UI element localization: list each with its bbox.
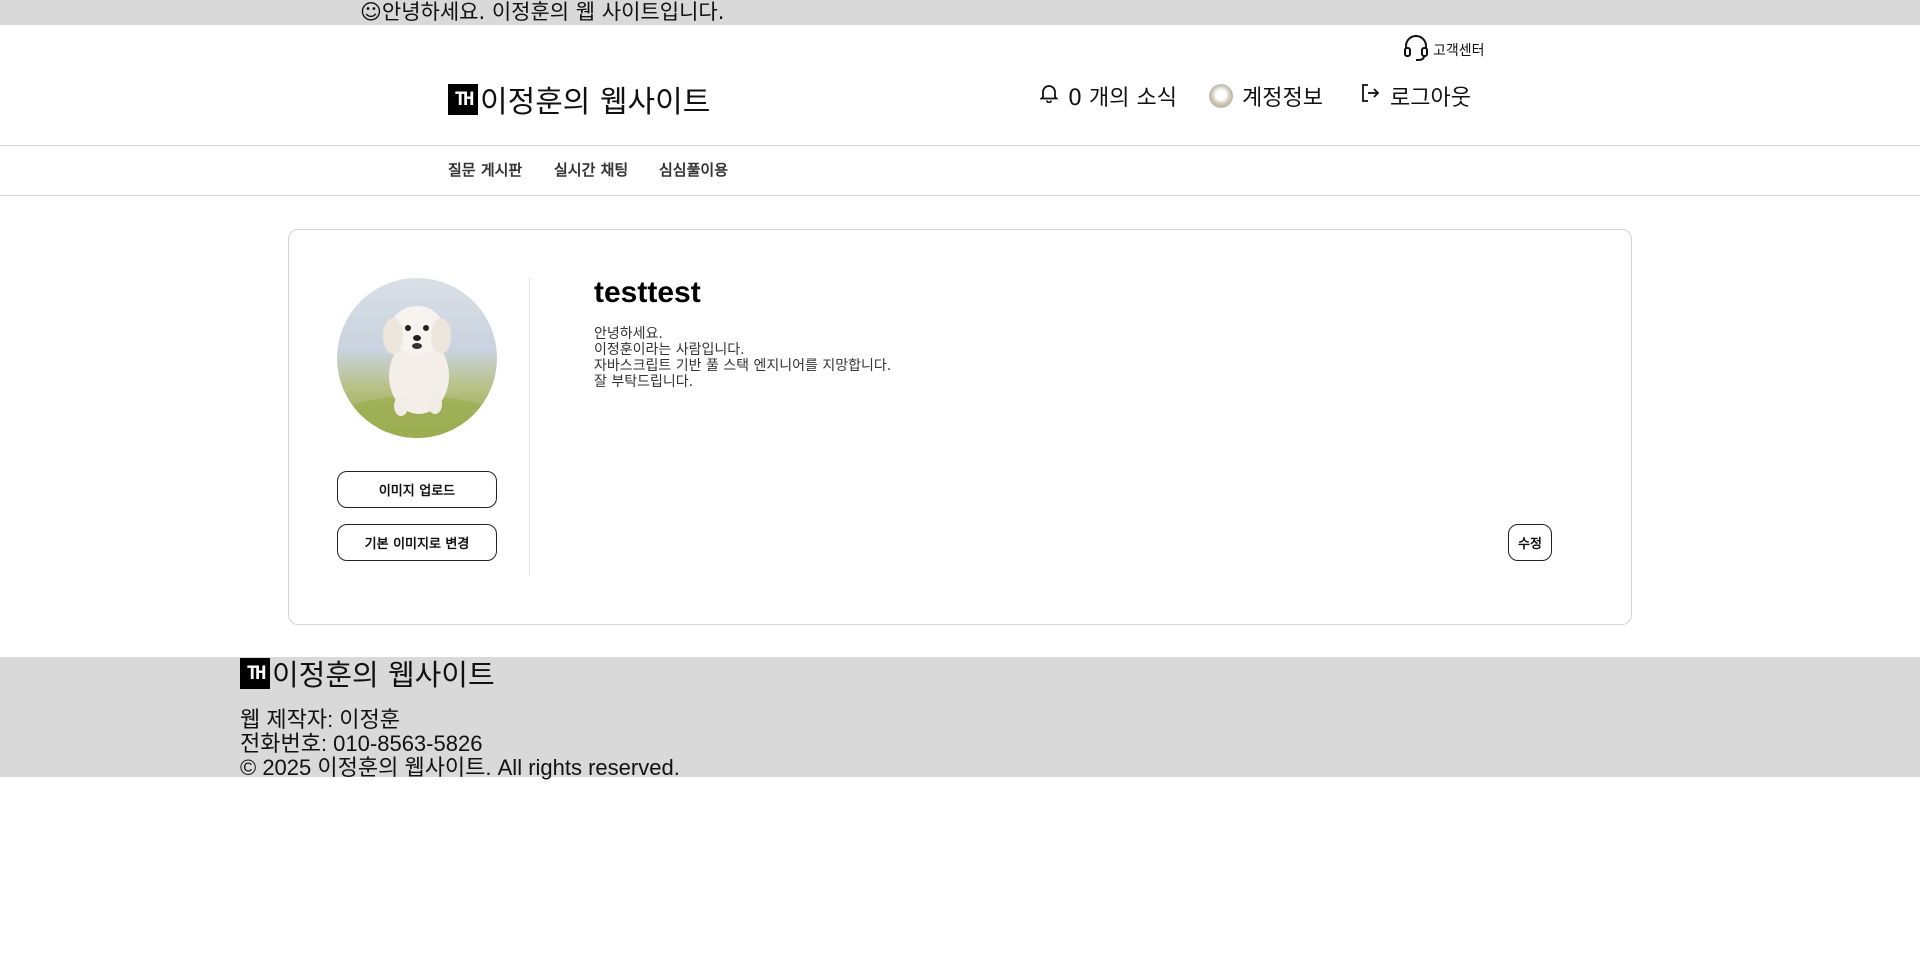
customer-service-link[interactable]: 고객센터 [1403,34,1485,66]
bio-line: 자바스크립트 기반 풀 스택 엔지니어를 지망합니다. [594,358,892,374]
logout-icon [1360,83,1380,109]
profile-username: testtest [594,276,701,309]
reset-default-image-button[interactable]: 기본 이미지로 변경 [337,524,497,561]
main-nav: 질문 게시판 실시간 채팅 심심풀이용 [0,146,1920,196]
bell-icon [1039,83,1059,109]
customer-service-label: 고객센터 [1433,43,1485,59]
site-footer: TH 이정훈의 웹사이트 웹 제작자: 이정훈 전화번호: 010-8563-5… [0,657,1920,780]
bio-line: 이정훈이라는 사람입니다. [594,342,745,358]
logout-button[interactable]: 로그아웃 [1360,81,1471,111]
footer-copyright: © 2025 이정훈의 웹사이트. All rights reserved. [240,755,680,780]
welcome-message: ☺안녕하세요. 이정훈의 웹 사이트입니다. [360,0,725,24]
site-header: 고객센터 TH 이정훈의 웹사이트 0 개의 소식 계정정보 로그아웃 [0,25,1920,146]
upload-image-button[interactable]: 이미지 업로드 [337,471,497,508]
nav-item-for-fun[interactable]: 심심풀이용 [659,146,728,196]
nav-item-question-board[interactable]: 질문 게시판 [448,146,522,196]
logo-mark: TH [448,83,478,115]
site-logo[interactable]: TH 이정훈의 웹사이트 [448,77,710,121]
footer-logo: TH 이정훈의 웹사이트 [240,657,495,692]
logout-label: 로그아웃 [1390,86,1471,111]
notification-count-label: 0 개의 소식 [1068,86,1177,111]
profile-card: 이미지 업로드 기본 이미지로 변경 testtest 안녕하세요. 이정훈이라… [288,229,1632,625]
bio-line: 안녕하세요. [594,326,663,342]
footer-site-title: 이정훈의 웹사이트 [272,658,495,692]
notifications-button[interactable]: 0 개의 소식 [1039,81,1177,111]
edit-profile-button[interactable]: 수정 [1508,524,1552,561]
profile-bio: 안녕하세요. 이정훈이라는 사람입니다. 자바스크립트 기반 풀 스택 엔지니어… [594,326,891,390]
footer-logo-mark: TH [240,657,270,689]
profile-image [337,278,497,438]
site-title: 이정훈의 웹사이트 [480,85,711,120]
account-info-label: 계정정보 [1242,86,1323,111]
headset-icon [1403,34,1429,66]
nav-item-live-chat[interactable]: 실시간 채팅 [554,146,628,196]
bio-line: 잘 부탁드립니다. [594,374,694,390]
account-info-button[interactable]: 계정정보 [1209,81,1323,111]
avatar-icon [1209,84,1233,108]
top-announcement-bar: ☺안녕하세요. 이정훈의 웹 사이트입니다. [0,0,1920,25]
card-divider [529,278,530,576]
